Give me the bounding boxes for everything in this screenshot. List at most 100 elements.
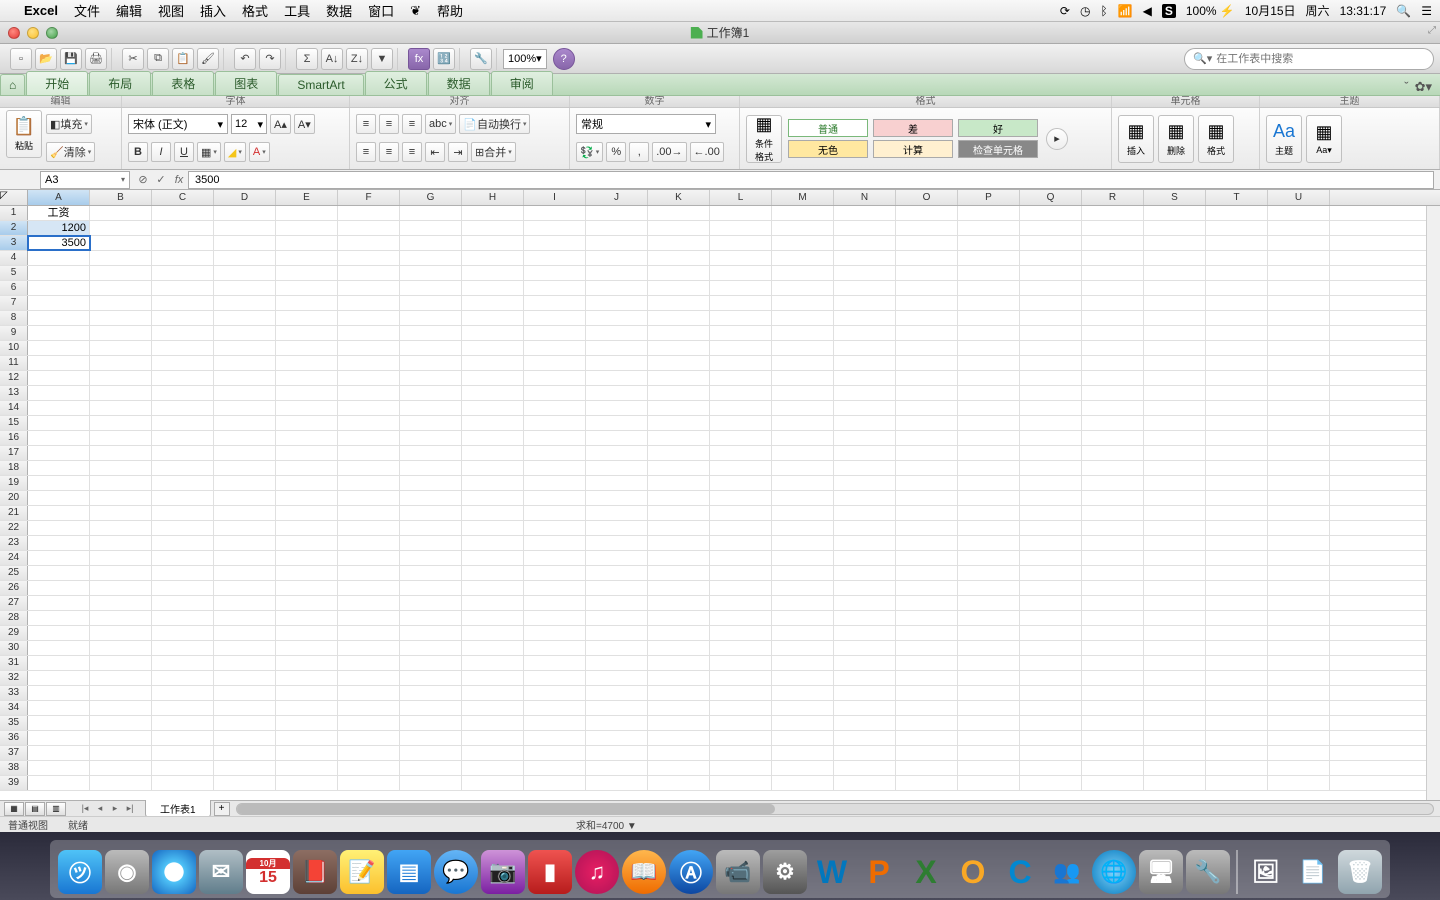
cell-G22[interactable] <box>400 521 462 535</box>
cell-B15[interactable] <box>90 416 152 430</box>
fx-icon[interactable]: fx <box>170 172 188 188</box>
cell-P20[interactable] <box>958 491 1020 505</box>
cell-I12[interactable] <box>524 371 586 385</box>
cell-D25[interactable] <box>214 566 276 580</box>
cell-I19[interactable] <box>524 476 586 490</box>
cell-B30[interactable] <box>90 641 152 655</box>
cell-U22[interactable] <box>1268 521 1330 535</box>
cell-S16[interactable] <box>1144 431 1206 445</box>
cell-I23[interactable] <box>524 536 586 550</box>
new-doc-button[interactable]: ▫ <box>10 48 32 70</box>
cell-T36[interactable] <box>1206 731 1268 745</box>
cell-D9[interactable] <box>214 326 276 340</box>
cell-E4[interactable] <box>276 251 338 265</box>
weekday[interactable]: 周六 <box>1306 2 1330 19</box>
clear-button[interactable]: 🧹 清除 <box>46 142 95 162</box>
cell-J25[interactable] <box>586 566 648 580</box>
cancel-formula-icon[interactable]: ⊘ <box>134 172 152 188</box>
cell-K31[interactable] <box>648 656 710 670</box>
cell-M6[interactable] <box>772 281 834 295</box>
cell-J4[interactable] <box>586 251 648 265</box>
cell-H12[interactable] <box>462 371 524 385</box>
cell-J31[interactable] <box>586 656 648 670</box>
cell-D19[interactable] <box>214 476 276 490</box>
cell-U31[interactable] <box>1268 656 1330 670</box>
wifi-icon[interactable]: 📶 <box>1118 4 1133 18</box>
cell-A15[interactable] <box>28 416 90 430</box>
cell-P39[interactable] <box>958 776 1020 790</box>
cell-S9[interactable] <box>1144 326 1206 340</box>
cell-M2[interactable] <box>772 221 834 235</box>
align-left-button[interactable]: ≡ <box>356 142 376 162</box>
cell-Q18[interactable] <box>1020 461 1082 475</box>
cell-D33[interactable] <box>214 686 276 700</box>
dock-messages[interactable]: 💬 <box>434 850 478 894</box>
cell-S2[interactable] <box>1144 221 1206 235</box>
cell-J39[interactable] <box>586 776 648 790</box>
cell-D15[interactable] <box>214 416 276 430</box>
cell-S8[interactable] <box>1144 311 1206 325</box>
cell-R33[interactable] <box>1082 686 1144 700</box>
cell-E30[interactable] <box>276 641 338 655</box>
cell-I34[interactable] <box>524 701 586 715</box>
col-header-B[interactable]: B <box>90 190 152 205</box>
cell-N23[interactable] <box>834 536 896 550</box>
cell-T34[interactable] <box>1206 701 1268 715</box>
cell-K5[interactable] <box>648 266 710 280</box>
cell-U36[interactable] <box>1268 731 1330 745</box>
cell-G31[interactable] <box>400 656 462 670</box>
cell-M8[interactable] <box>772 311 834 325</box>
cell-K27[interactable] <box>648 596 710 610</box>
cell-C34[interactable] <box>152 701 214 715</box>
number-format-select[interactable]: 常规▾ <box>576 114 716 134</box>
col-header-E[interactable]: E <box>276 190 338 205</box>
cell-B32[interactable] <box>90 671 152 685</box>
style-calc[interactable]: 计算 <box>873 140 953 158</box>
cell-C21[interactable] <box>152 506 214 520</box>
cell-L27[interactable] <box>710 596 772 610</box>
cell-O16[interactable] <box>896 431 958 445</box>
cell-P36[interactable] <box>958 731 1020 745</box>
cell-K36[interactable] <box>648 731 710 745</box>
cell-G6[interactable] <box>400 281 462 295</box>
cell-O22[interactable] <box>896 521 958 535</box>
cell-L1[interactable] <box>710 206 772 220</box>
time[interactable]: 13:31:17 <box>1340 4 1387 18</box>
cell-Q27[interactable] <box>1020 596 1082 610</box>
cell-O25[interactable] <box>896 566 958 580</box>
cell-R27[interactable] <box>1082 596 1144 610</box>
cell-U6[interactable] <box>1268 281 1330 295</box>
cell-T10[interactable] <box>1206 341 1268 355</box>
cell-O1[interactable] <box>896 206 958 220</box>
cell-K1[interactable] <box>648 206 710 220</box>
row-header[interactable]: 17 <box>0 446 28 460</box>
cell-U21[interactable] <box>1268 506 1330 520</box>
dock-communicator[interactable]: C <box>998 850 1042 894</box>
cell-D22[interactable] <box>214 521 276 535</box>
cell-G33[interactable] <box>400 686 462 700</box>
cell-N6[interactable] <box>834 281 896 295</box>
cell-F4[interactable] <box>338 251 400 265</box>
dock-outlook[interactable]: O <box>951 850 995 894</box>
cell-N15[interactable] <box>834 416 896 430</box>
cell-M20[interactable] <box>772 491 834 505</box>
cell-U4[interactable] <box>1268 251 1330 265</box>
cell-O33[interactable] <box>896 686 958 700</box>
col-header-F[interactable]: F <box>338 190 400 205</box>
cell-E21[interactable] <box>276 506 338 520</box>
cell-E13[interactable] <box>276 386 338 400</box>
cell-H3[interactable] <box>462 236 524 250</box>
cell-G34[interactable] <box>400 701 462 715</box>
cell-B1[interactable] <box>90 206 152 220</box>
cell-C20[interactable] <box>152 491 214 505</box>
cell-L34[interactable] <box>710 701 772 715</box>
cell-C11[interactable] <box>152 356 214 370</box>
cell-E32[interactable] <box>276 671 338 685</box>
cell-U9[interactable] <box>1268 326 1330 340</box>
row-header[interactable]: 2 <box>0 221 28 235</box>
cell-N20[interactable] <box>834 491 896 505</box>
cell-R2[interactable] <box>1082 221 1144 235</box>
cell-A31[interactable] <box>28 656 90 670</box>
cell-N25[interactable] <box>834 566 896 580</box>
ribbon-home-icon[interactable]: ⌂ <box>0 74 25 95</box>
